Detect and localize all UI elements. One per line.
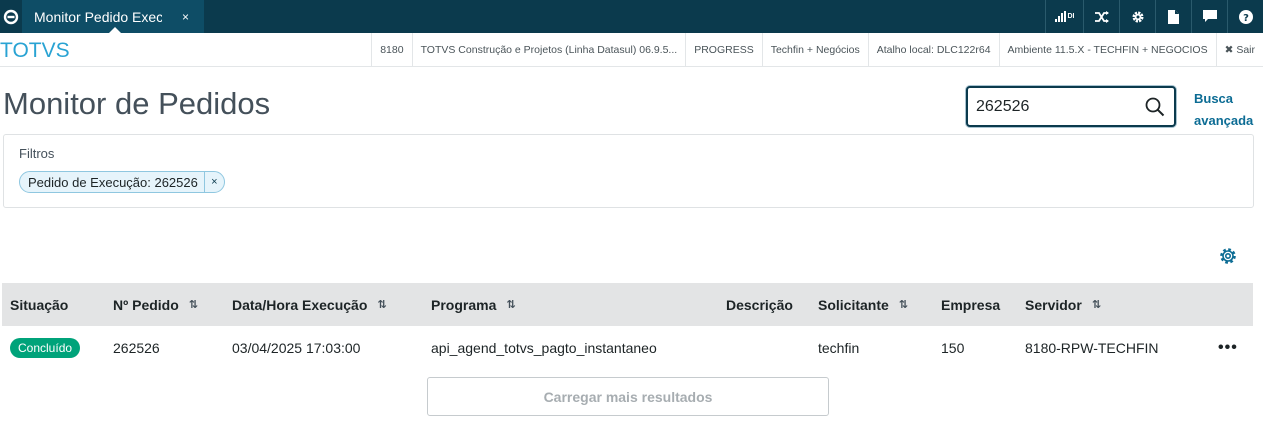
gear-icon[interactable] (1119, 0, 1155, 33)
column-header-descricao: Descrição (726, 283, 793, 326)
info-item: Atalho local: DLC122r64 (867, 33, 999, 67)
column-label: Programa (431, 296, 497, 313)
table-header: Situação Nº Pedido ⇅ Data/Hora Execução … (2, 283, 1253, 326)
cell-solicitante: techfin (818, 340, 860, 356)
tab-label: Monitor Pedido Execução (34, 8, 162, 25)
app-logo-icon[interactable] (0, 0, 22, 33)
column-header-pedido[interactable]: Nº Pedido ⇅ (113, 283, 198, 326)
column-label: Servidor (1025, 296, 1082, 313)
shuffle-icon[interactable] (1083, 0, 1119, 33)
table-row[interactable]: Concluído 262526 03/04/2025 17:03:00 api… (2, 326, 1253, 370)
environment-info: 8180 TOTVS Construção e Projetos (Linha … (371, 33, 1263, 67)
column-header-situacao: Situação (10, 283, 68, 326)
top-bar: Monitor Pedido Execução × DI (0, 0, 1263, 33)
advanced-search-link[interactable]: Busca avançada (1194, 88, 1258, 132)
info-bar: TOTVS 8180 TOTVS Construção e Projetos (… (0, 33, 1263, 67)
brand-logo: TOTVS (0, 39, 70, 62)
column-header-data-hora[interactable]: Data/Hora Execução ⇅ (232, 283, 387, 326)
sort-icon[interactable]: ⇅ (506, 298, 515, 311)
signal-icon[interactable]: DI (1045, 0, 1083, 33)
column-header-programa[interactable]: Programa ⇅ (431, 283, 516, 326)
column-header-solicitante[interactable]: Solicitante ⇅ (818, 283, 908, 326)
help-icon[interactable]: ? (1227, 0, 1263, 33)
sort-icon[interactable]: ⇅ (377, 298, 386, 311)
column-label: Nº Pedido (113, 296, 179, 313)
column-label: Solicitante (818, 296, 889, 313)
info-item: Techfin + Negócios (761, 33, 868, 67)
load-more-button[interactable]: Carregar mais resultados (427, 377, 829, 416)
search-input[interactable] (976, 96, 1136, 118)
filter-tag-label: Pedido de Execução: 262526 (28, 174, 198, 190)
orders-table: Situação Nº Pedido ⇅ Data/Hora Execução … (2, 283, 1253, 370)
filter-title: Filtros (19, 146, 55, 161)
column-header-servidor[interactable]: Servidor ⇅ (1025, 283, 1101, 326)
exit-button[interactable]: ✖ Sair (1215, 33, 1263, 67)
cell-situacao: Concluído (10, 326, 81, 370)
column-label: Data/Hora Execução (232, 296, 368, 313)
column-label: Empresa (941, 296, 1001, 313)
info-item: 8180 (371, 33, 411, 67)
sort-icon[interactable]: ⇅ (189, 298, 198, 311)
tab-close-icon[interactable]: × (182, 10, 189, 24)
sort-icon[interactable]: ⇅ (1092, 298, 1101, 311)
info-item: TOTVS Construção e Projetos (Linha Datas… (411, 33, 686, 67)
chat-icon[interactable] (1191, 0, 1227, 33)
filter-tag-close-icon[interactable]: × (203, 172, 224, 192)
search-box (966, 86, 1176, 127)
search-icon[interactable] (1144, 96, 1166, 118)
row-actions-button[interactable]: ••• (1218, 326, 1238, 370)
cell-servidor: 8180-RPW-TECHFIN (1025, 340, 1159, 356)
document-icon[interactable] (1155, 0, 1191, 33)
column-label: Descrição (726, 296, 793, 313)
status-badge: Concluído (10, 338, 81, 358)
top-toolbar: DI ? (1045, 0, 1263, 33)
more-icon[interactable]: ••• (1218, 339, 1238, 357)
table-settings-icon[interactable] (1217, 245, 1239, 267)
filter-tag: Pedido de Execução: 262526 × (19, 171, 225, 193)
page-title: Monitor de Pedidos (3, 86, 271, 121)
cell-empresa: 150 (941, 340, 965, 356)
sort-icon[interactable]: ⇅ (899, 298, 908, 311)
di-label: DI (1067, 13, 1075, 20)
filter-panel: Filtros Pedido de Execução: 262526 × (3, 134, 1254, 208)
cell-pedido: 262526 (113, 340, 160, 356)
info-item: PROGRESS (685, 33, 762, 67)
column-header-empresa: Empresa (941, 283, 1000, 326)
svg-text:?: ? (1243, 13, 1249, 24)
cell-programa: api_agend_totvs_pagto_instantaneo (431, 340, 657, 356)
info-item: Ambiente 11.5.X - TECHFIN + NEGOCIOS (998, 33, 1216, 67)
column-label: Situação (10, 296, 69, 313)
cell-data-hora: 03/04/2025 17:03:00 (232, 340, 361, 356)
